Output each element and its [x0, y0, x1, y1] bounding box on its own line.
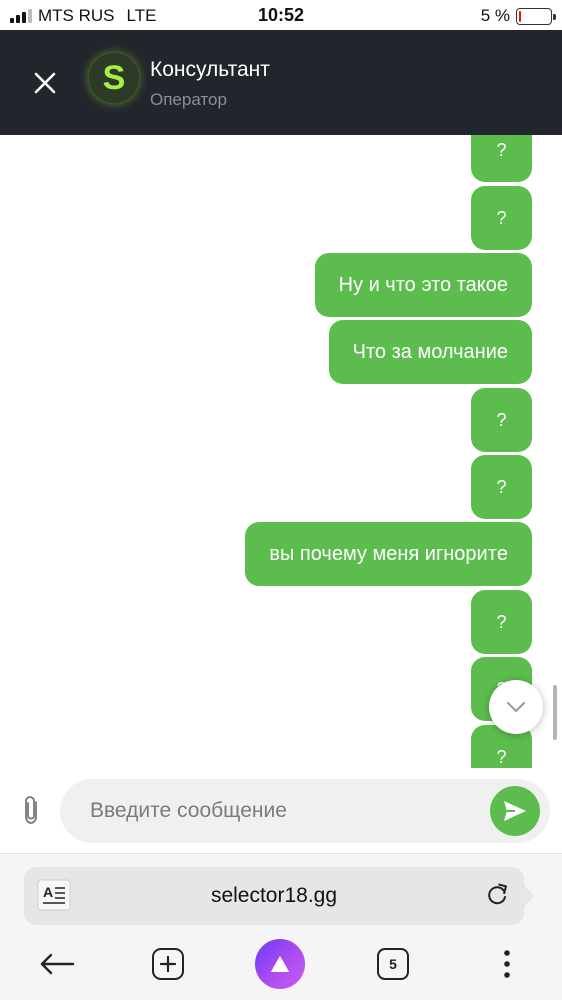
- attach-button[interactable]: [18, 794, 46, 826]
- status-bar: MTS RUS LTE 10:52 5 %: [0, 0, 562, 30]
- reload-button[interactable]: [484, 882, 510, 908]
- message-bubble: вы почему меня игноритe: [245, 522, 532, 586]
- alice-assistant-button[interactable]: [255, 939, 305, 989]
- new-tab-button[interactable]: [143, 939, 193, 989]
- chat-subtitle: Оператор: [150, 90, 227, 109]
- url-text: selector18.gg: [210, 884, 338, 907]
- chat-header: S Консультант Оператор: [0, 30, 562, 135]
- send-icon: [504, 801, 526, 821]
- browser-nav: 5: [0, 939, 562, 999]
- message-bubble: ?: [471, 590, 532, 654]
- back-button[interactable]: [32, 939, 82, 989]
- status-time: 10:52: [257, 5, 305, 25]
- message-bubble: ?: [471, 186, 532, 250]
- paperclip-icon: [25, 796, 37, 824]
- chat-title: Консультант: [150, 58, 270, 81]
- alice-icon: [255, 939, 305, 989]
- message-composer: [0, 768, 562, 853]
- chevron-down-icon: [507, 702, 525, 712]
- reader-mode-button[interactable]: A: [37, 879, 71, 911]
- battery-percent: 5 %: [480, 6, 510, 25]
- plus-square-icon: [152, 948, 184, 980]
- arrow-left-icon: [40, 953, 75, 975]
- message-bubble: Ну и что это такое: [314, 253, 532, 317]
- message-bubble: ?: [471, 135, 532, 182]
- send-button[interactable]: [490, 786, 540, 836]
- scrollbar[interactable]: [553, 685, 557, 740]
- battery-icon: [516, 7, 556, 25]
- address-bar[interactable]: A selector18.gg: [24, 867, 534, 925]
- reload-icon: [488, 883, 508, 905]
- chat-messages[interactable]: ? ? Ну и что это такое Что за молчание ?…: [0, 135, 562, 768]
- close-icon: [34, 72, 56, 94]
- more-vertical-icon: [504, 950, 510, 978]
- reader-mode-icon: A: [37, 879, 71, 911]
- message-input[interactable]: [60, 779, 480, 843]
- tabs-count-badge: 5: [377, 948, 409, 980]
- battery-level-fill: [519, 10, 521, 22]
- message-input-container: [60, 779, 550, 843]
- more-menu-button[interactable]: [482, 939, 532, 989]
- browser-toolbar: A selector18.gg 5: [0, 853, 562, 1000]
- tabs-button[interactable]: 5: [368, 939, 418, 989]
- message-bubble: ?: [471, 455, 532, 519]
- svg-text:A: A: [43, 884, 53, 900]
- scroll-down-button[interactable]: [489, 680, 543, 734]
- avatar: S: [89, 53, 139, 103]
- status-right: 5 %: [480, 6, 556, 26]
- message-bubble: ?: [471, 388, 532, 452]
- close-button[interactable]: [22, 60, 68, 106]
- message-bubble: Что за молчание: [328, 320, 532, 384]
